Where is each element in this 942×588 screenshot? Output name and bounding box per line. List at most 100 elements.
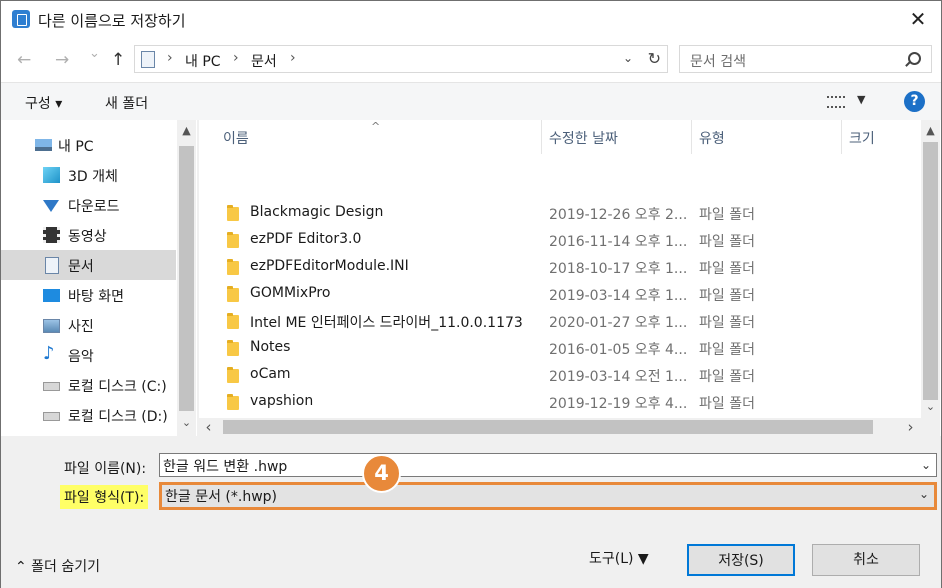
nav-item-my-pc[interactable]: 내 PC — [1, 130, 176, 160]
scroll-left-icon[interactable]: ‹ — [199, 418, 218, 436]
folder-icon — [227, 205, 239, 221]
nav-scroll-thumb[interactable] — [179, 146, 194, 411]
save-form: 파일 이름(N): 한글 워드 변환 .hwp ⌄ 파일 형식(T): 한글 문… — [1, 438, 941, 588]
forward-arrow-icon[interactable]: → — [55, 50, 69, 70]
music-icon: ♪ — [43, 343, 55, 364]
file-name: Notes — [250, 339, 291, 355]
address-box[interactable]: › 내 PC › 문서 › ⌄ ↻ — [134, 45, 668, 73]
back-arrow-icon[interactable]: ← — [17, 50, 31, 70]
file-row[interactable]: ezPDFEditorModule.INI 2018-10-17 오후 1...… — [199, 254, 921, 281]
recent-locations-icon[interactable]: ⌄ — [89, 46, 100, 61]
file-row[interactable]: ezPDF Editor3.0 2016-11-14 오후 1... 파일 폴더 — [199, 227, 921, 254]
breadcrumb-separator[interactable]: › — [233, 50, 239, 66]
save-button[interactable]: 저장(S) — [687, 544, 795, 576]
nav-item-videos[interactable]: 동영상 — [1, 220, 176, 250]
nav-item-local-disk-c[interactable]: 로컬 디스크 (C:) — [1, 370, 176, 400]
file-date: 2019-12-19 오후 4... — [549, 396, 688, 412]
filetype-select[interactable]: 한글 문서 (*.hwp) ⌄ — [159, 482, 937, 510]
filename-dropdown-icon[interactable]: ⌄ — [921, 458, 931, 472]
address-bar: ← → ⌄ ↑ › 내 PC › 문서 › ⌄ ↻ 문서 검색 — [1, 38, 941, 82]
address-dropdown-icon[interactable]: ⌄ — [623, 51, 633, 65]
nav-item-downloads[interactable]: 다운로드 — [1, 190, 176, 220]
tools-button[interactable]: 도구(L) ▼ — [589, 544, 679, 576]
breadcrumb-my-pc[interactable]: 내 PC — [185, 51, 221, 71]
close-icon[interactable]: ✕ — [895, 1, 941, 38]
breadcrumb-separator[interactable]: › — [290, 50, 296, 66]
file-list-horizontal-scrollbar[interactable]: ‹ › — [199, 418, 921, 436]
folder-icon — [227, 259, 239, 275]
file-row[interactable]: Intel ME 인터페이스 드라이버_11.0.0.1173 2020-01-… — [199, 308, 921, 335]
search-input[interactable]: 문서 검색 — [679, 45, 932, 73]
column-divider[interactable] — [541, 120, 542, 154]
file-row[interactable]: Blackmagic Design 2019-12-26 오후 2... 파일 … — [199, 200, 921, 227]
file-row[interactable]: GOMMixPro 2019-03-14 오후 1... 파일 폴더 — [199, 281, 921, 308]
help-icon[interactable]: ? — [904, 91, 925, 112]
file-type: 파일 폴더 — [699, 396, 755, 412]
title-bar: 다른 이름으로 저장하기 ✕ — [0, 0, 942, 38]
column-header-type[interactable]: 유형 — [699, 120, 725, 154]
filetype-dropdown-icon[interactable]: ⌄ — [919, 487, 929, 501]
pc-icon — [35, 139, 52, 151]
file-type: 파일 폴더 — [699, 261, 755, 277]
nav-label: 3D 개체 — [68, 169, 118, 185]
scroll-down-icon[interactable]: ⌄ — [921, 400, 940, 413]
file-date: 2019-03-14 오후 1... — [549, 288, 688, 304]
save-dialog: ← → ⌄ ↑ › 내 PC › 문서 › ⌄ ↻ 문서 검색 구성 ▾ 새 폴… — [0, 38, 942, 588]
command-toolbar: 구성 ▾ 새 폴더 ▼ ? — [1, 82, 941, 120]
file-date: 2020-01-27 오후 1... — [549, 315, 688, 331]
cancel-button[interactable]: 취소 — [812, 544, 920, 576]
scroll-right-icon[interactable]: › — [901, 418, 920, 436]
file-list-vertical-scrollbar[interactable]: ▲ ⌄ — [921, 120, 940, 418]
file-date: 2019-03-14 오전 1... — [549, 369, 688, 385]
file-row[interactable]: Notes 2016-01-05 오후 4... 파일 폴더 — [199, 335, 921, 362]
drive-icon — [43, 382, 60, 391]
new-folder-button[interactable]: 새 폴더 — [105, 93, 148, 113]
breadcrumb-separator[interactable]: › — [167, 50, 173, 66]
scroll-up-icon[interactable]: ▲ — [921, 124, 940, 137]
column-divider[interactable] — [841, 120, 842, 154]
folder-icon — [227, 367, 239, 383]
file-row[interactable]: vapshion 2019-12-19 오후 4... 파일 폴더 — [199, 389, 921, 416]
nav-scrollbar[interactable]: ▲ ⌄ — [177, 120, 196, 436]
column-header-name[interactable]: 이름 — [223, 120, 249, 154]
up-arrow-icon[interactable]: ↑ — [111, 50, 125, 70]
cube-icon — [43, 167, 60, 183]
nav-item-desktop[interactable]: 바탕 화면 — [1, 280, 176, 310]
file-type: 파일 폴더 — [699, 342, 755, 358]
filename-label: 파일 이름(N): — [64, 461, 147, 477]
column-divider[interactable] — [691, 120, 692, 154]
scroll-down-icon[interactable]: ⌄ — [177, 416, 196, 429]
breadcrumb-documents[interactable]: 문서 — [251, 51, 277, 71]
nav-item-documents[interactable]: 문서 — [1, 250, 176, 280]
folder-icon — [227, 313, 239, 329]
drive-icon — [43, 412, 60, 421]
view-dropdown-icon[interactable]: ▼ — [857, 93, 865, 106]
window-title: 다른 이름으로 저장하기 — [38, 12, 186, 30]
file-date: 2019-12-26 오후 2... — [549, 207, 688, 223]
vertical-scroll-thumb[interactable] — [923, 142, 938, 400]
file-type: 파일 폴더 — [699, 369, 755, 385]
column-header-size[interactable]: 크기 — [849, 120, 875, 154]
file-row[interactable]: oCam 2019-03-14 오전 1... 파일 폴더 — [199, 362, 921, 389]
nav-item-music[interactable]: ♪ 음악 — [1, 340, 176, 370]
file-name: vapshion — [250, 393, 314, 409]
nav-label: 사진 — [68, 319, 94, 335]
horizontal-scroll-thumb[interactable] — [223, 420, 873, 434]
column-header-date[interactable]: 수정한 날짜 — [549, 120, 618, 154]
folder-icon — [227, 394, 239, 410]
view-list-icon[interactable] — [827, 96, 845, 108]
nav-label: 문서 — [68, 259, 94, 275]
filename-input[interactable]: 한글 워드 변환 .hwp ⌄ — [159, 453, 937, 477]
file-type: 파일 폴더 — [699, 234, 755, 250]
organize-button[interactable]: 구성 ▾ — [25, 93, 62, 113]
nav-item-3d-objects[interactable]: 3D 개체 — [1, 160, 176, 190]
nav-item-pictures[interactable]: 사진 — [1, 310, 176, 340]
document-location-icon — [141, 51, 155, 68]
sort-ascending-icon: ^ — [371, 120, 381, 133]
nav-item-local-disk-d[interactable]: 로컬 디스크 (D:) — [1, 400, 176, 430]
refresh-icon[interactable]: ↻ — [648, 49, 661, 68]
file-name: ezPDFEditorModule.INI — [250, 258, 409, 274]
hide-folders-button[interactable]: ⌃ 폴더 숨기기 — [15, 556, 100, 576]
scroll-up-icon[interactable]: ▲ — [177, 124, 196, 137]
file-type: 파일 폴더 — [699, 207, 755, 223]
